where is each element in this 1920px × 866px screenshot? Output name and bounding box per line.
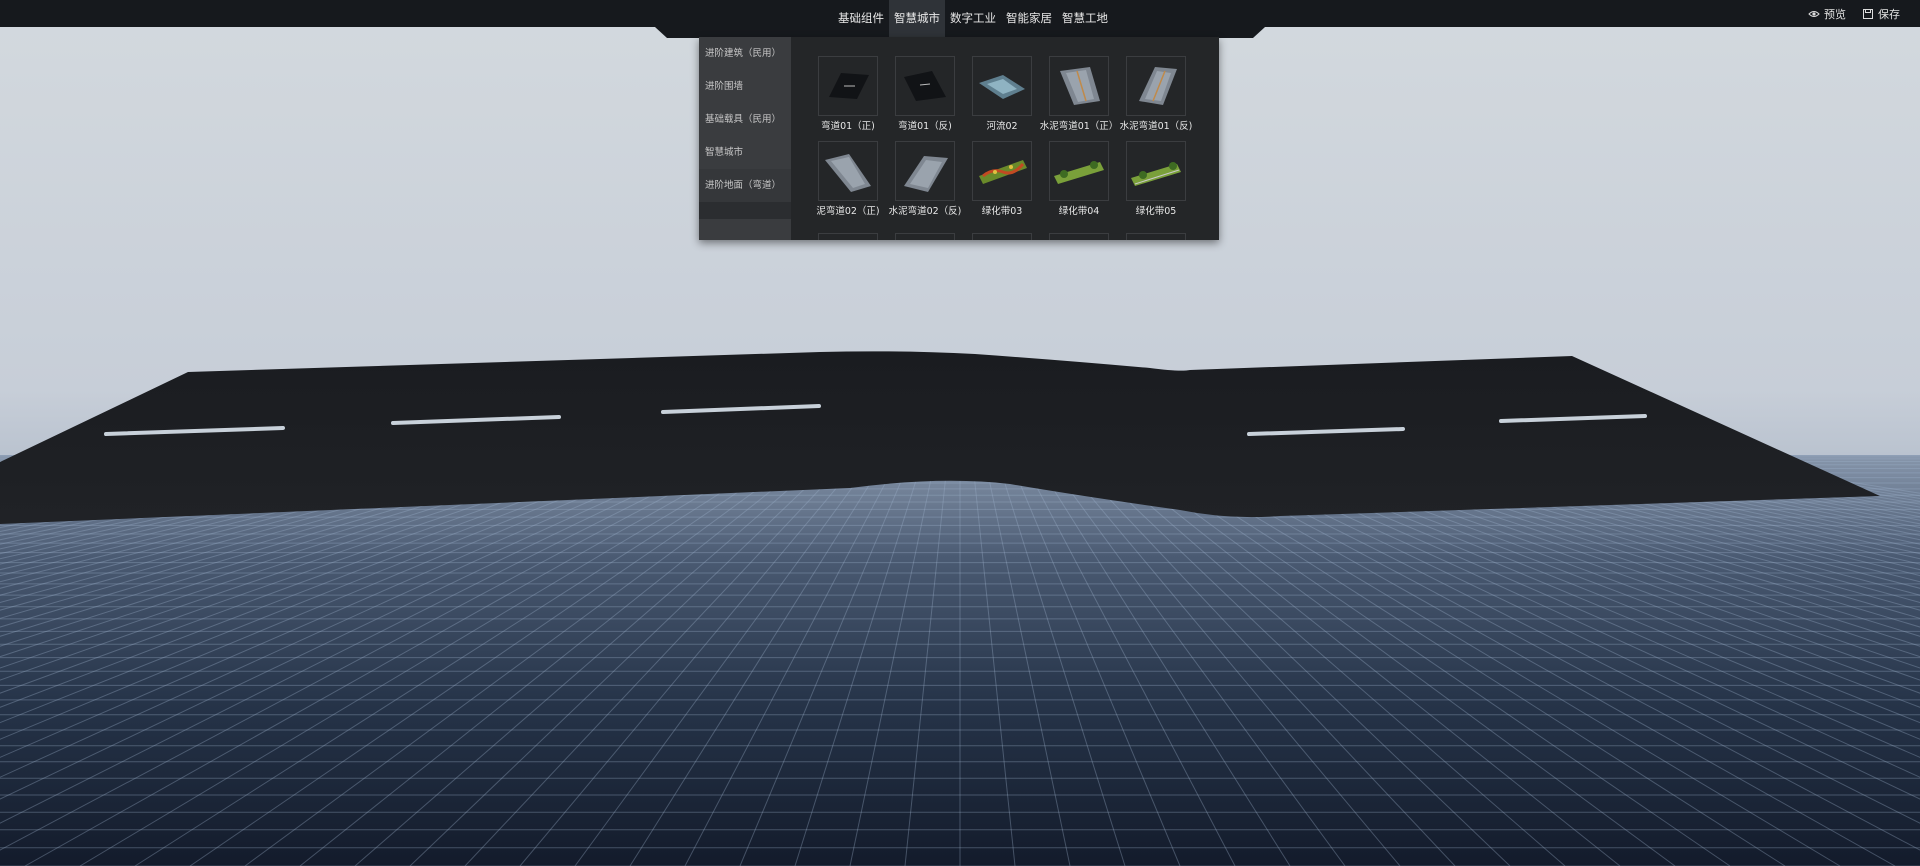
tab-digital-industry[interactable]: 数字工业 [945, 0, 1001, 37]
greenbelt-thumbnail-icon [1054, 161, 1104, 184]
component-thumbnail [895, 56, 955, 116]
subcategory-advanced-ground-curve[interactable]: 进阶地面（弯道） [699, 169, 791, 202]
save-button[interactable]: 保存 [1862, 6, 1900, 22]
component-thumbnail [1049, 141, 1109, 201]
category-tabs: 基础组件 智慧城市 数字工业 智能家居 智慧工地 [833, 0, 1113, 37]
component-thumbnail [1126, 141, 1186, 201]
preview-button[interactable]: 预览 [1808, 6, 1846, 22]
component-label: 水泥弯道01（反) [1119, 121, 1193, 132]
tab-basic-components[interactable]: 基础组件 [833, 0, 889, 37]
subcategory-basic-vehicle[interactable]: 基础载具（民用） [699, 103, 791, 136]
top-actions: 预览 保存 [1808, 0, 1900, 27]
eye-icon [1808, 10, 1820, 17]
preview-label: 预览 [1824, 7, 1846, 21]
component-thumbnail [818, 141, 878, 201]
component-item-partial[interactable] [895, 233, 955, 240]
component-label: 绿化带05 [1135, 206, 1177, 217]
road-thumbnail-icon [829, 73, 869, 99]
save-icon [1863, 8, 1873, 19]
concrete-road-thumbnail-icon [1139, 67, 1177, 105]
road-thumbnail-icon [904, 71, 946, 101]
component-library-panel: 进阶建筑（民用） 进阶围墙 基础载具（民用） 智慧城市 进阶地面（弯道） 弯道0… [699, 37, 1219, 240]
tab-smart-home[interactable]: 智能家居 [1001, 0, 1057, 37]
tab-smart-site[interactable]: 智慧工地 [1057, 0, 1113, 37]
subcategory-list-footer [699, 219, 791, 240]
component-thumbnail [818, 56, 878, 116]
component-label: 水泥弯道01（正） [1039, 121, 1119, 132]
component-item-partial[interactable] [818, 233, 878, 240]
subcategory-advanced-building[interactable]: 进阶建筑（民用） [699, 37, 791, 70]
component-label: 弯道01（反) [898, 121, 952, 132]
save-label: 保存 [1878, 7, 1900, 21]
component-thumbnail [972, 141, 1032, 201]
greenbelt-thumbnail-icon [1131, 162, 1181, 186]
tab-smart-city[interactable]: 智慧城市 [889, 0, 945, 37]
component-label: 河流02 [986, 121, 1018, 132]
greenbelt-thumbnail-icon [979, 160, 1027, 184]
concrete-road-thumbnail-icon [904, 156, 948, 192]
concrete-road-thumbnail-icon [825, 154, 871, 192]
component-label: 水泥弯道02（反) [888, 206, 962, 217]
component-thumbnail [1049, 56, 1109, 116]
subcategory-list: 进阶建筑（民用） 进阶围墙 基础载具（民用） 智慧城市 进阶地面（弯道） [699, 37, 791, 240]
component-item-partial[interactable] [1049, 233, 1109, 240]
component-item-partial[interactable] [1126, 233, 1186, 240]
component-item-partial[interactable] [972, 233, 1032, 240]
component-item[interactable]: 绿化带05 [1125, 141, 1205, 221]
component-thumbnail [895, 141, 955, 201]
component-label: 绿化带04 [1058, 206, 1100, 217]
concrete-road-thumbnail-icon [1060, 67, 1100, 105]
component-label: 绿化带03 [981, 206, 1023, 217]
component-thumbnail [972, 56, 1032, 116]
component-label: 泥弯道02（正) [816, 206, 880, 217]
subcategory-smart-city[interactable]: 智慧城市 [699, 136, 791, 169]
river-thumbnail-icon [979, 75, 1025, 99]
component-label: 弯道01（正) [821, 121, 875, 132]
component-thumbnail [1126, 56, 1186, 116]
component-item[interactable]: 水泥弯道01（反) [1120, 56, 1205, 136]
subcategory-advanced-wall[interactable]: 进阶围墙 [699, 70, 791, 103]
